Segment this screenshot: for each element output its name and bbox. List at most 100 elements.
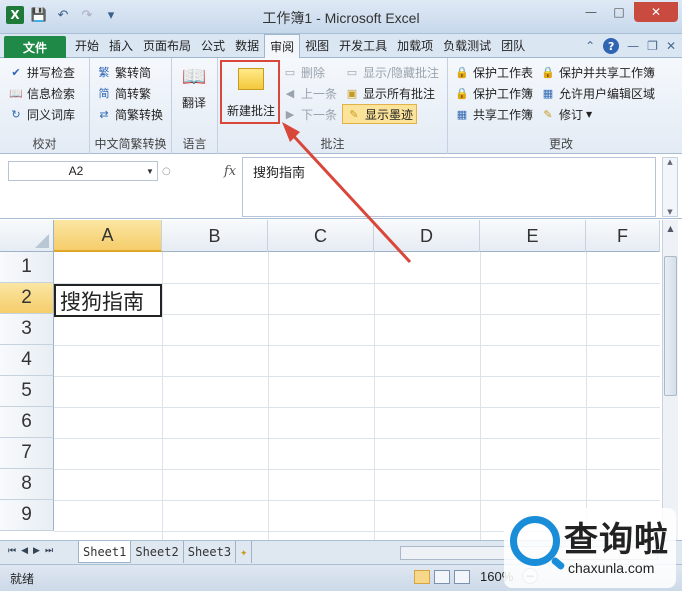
column-header-a[interactable]: A: [54, 220, 162, 252]
row-header-9[interactable]: 9: [0, 500, 54, 531]
tab-load-test[interactable]: 负载测试: [438, 34, 496, 58]
group-changes: 🔒 保护工作表 🔒 保护工作簿 ▦ 共享工作簿 🔒 保护并共享工作簿 ▦ 允许用…: [448, 58, 674, 154]
page-break-view-icon[interactable]: [454, 570, 470, 584]
tab-home[interactable]: 开始: [70, 34, 104, 58]
scroll-thumb[interactable]: [664, 256, 677, 396]
tab-formulas[interactable]: 公式: [196, 34, 230, 58]
tab-add-ins[interactable]: 加载项: [392, 34, 438, 58]
comments-icon: ▣: [346, 86, 358, 100]
protect-and-share-button[interactable]: 🔒 保护并共享工作簿: [540, 62, 655, 82]
share-workbook-button[interactable]: ▦ 共享工作簿: [454, 104, 533, 124]
conversion-button[interactable]: ⇄ 简繁转换: [96, 104, 163, 124]
protect-workbook-button[interactable]: 🔒 保护工作簿: [454, 83, 533, 103]
gridline: [162, 252, 163, 540]
research-button[interactable]: 📖 信息检索: [8, 83, 75, 103]
formula-bar-scroll[interactable]: ▲ ▼: [662, 157, 678, 217]
trad-to-simp-button[interactable]: 繁 繁转简: [96, 62, 152, 82]
formula-bar: A2 ▼ ○ fx 搜狗指南 ▲ ▼: [0, 155, 682, 219]
allow-edit-ranges-button[interactable]: ▦ 允许用户编辑区域: [540, 83, 655, 103]
vertical-scrollbar[interactable]: ▲: [662, 220, 678, 540]
sheet-tabs: Sheet1 Sheet2 Sheet3 ✦: [78, 541, 253, 563]
gridline: [54, 438, 660, 439]
gridline: [54, 469, 660, 470]
track-changes-icon: ✎: [543, 107, 553, 121]
column-header-e[interactable]: E: [480, 220, 586, 252]
name-box[interactable]: A2 ▼: [8, 161, 158, 181]
tab-developer[interactable]: 开发工具: [334, 34, 392, 58]
status-mode: 就绪: [10, 572, 35, 586]
tab-team[interactable]: 团队: [496, 34, 530, 58]
previous-comment-button[interactable]: ◀ 上一条: [282, 83, 337, 103]
column-header-c[interactable]: C: [268, 220, 374, 252]
sheet-tab-1[interactable]: Sheet1: [78, 541, 132, 563]
select-all-button[interactable]: [0, 220, 54, 252]
insert-function-button[interactable]: fx: [224, 164, 236, 179]
next-sheet-icon[interactable]: ▶: [33, 546, 40, 556]
tab-view[interactable]: 视图: [300, 34, 334, 58]
last-sheet-icon[interactable]: ⏭: [45, 546, 53, 556]
tab-review[interactable]: 审阅: [264, 34, 301, 59]
row-header-6[interactable]: 6: [0, 407, 54, 438]
show-all-comments-button[interactable]: ▣ 显示所有批注: [344, 83, 435, 103]
column-header-d[interactable]: D: [374, 220, 480, 252]
group-label-language: 语言: [182, 137, 207, 151]
thesaurus-button[interactable]: ↻ 同义词库: [8, 104, 75, 124]
page-layout-view-icon[interactable]: [434, 570, 450, 584]
column-header-f[interactable]: F: [586, 220, 660, 252]
close-icon[interactable]: ✕: [634, 2, 678, 22]
name-box-dropdown-icon[interactable]: ▼: [143, 167, 157, 176]
row-header-7[interactable]: 7: [0, 438, 54, 469]
doc-restore-icon[interactable]: ❐: [647, 39, 658, 53]
ribbon-tab-bar: 文件 开始 插入 页面布局 公式 数据 审阅 视图 开发工具 加载项 负载测试 …: [0, 34, 682, 59]
view-buttons: [414, 570, 470, 584]
normal-view-icon[interactable]: [414, 570, 430, 584]
row-header-3[interactable]: 3: [0, 314, 54, 345]
maximize-icon[interactable]: □: [606, 2, 632, 22]
next-comment-button[interactable]: ▶ 下一条: [282, 104, 337, 124]
cell-a2[interactable]: 搜狗指南: [54, 284, 162, 317]
tab-insert[interactable]: 插入: [104, 34, 138, 58]
tab-data[interactable]: 数据: [230, 34, 264, 58]
gridline: [374, 252, 375, 540]
group-label-chinese: 中文简繁转换: [94, 137, 167, 151]
column-header-b[interactable]: B: [162, 220, 268, 252]
sheet-tab-2[interactable]: Sheet2: [131, 541, 184, 563]
doc-minimize-icon[interactable]: —: [627, 39, 639, 53]
show-hide-comment-button[interactable]: ▭ 显示/隐藏批注: [344, 62, 439, 82]
formula-input[interactable]: 搜狗指南: [242, 157, 656, 217]
track-changes-button[interactable]: ✎ 修订 ▼: [540, 104, 592, 124]
scroll-down-icon[interactable]: ▼: [667, 208, 672, 216]
spell-check-button[interactable]: ✔ 拼写检查: [8, 62, 75, 82]
show-ink-button[interactable]: ✎ 显示墨迹: [342, 104, 418, 124]
book-search-icon: 📖: [9, 86, 23, 100]
tab-file[interactable]: 文件: [4, 36, 66, 58]
collapse-ribbon-icon[interactable]: ⌃: [585, 39, 595, 53]
ink-icon: ✎: [349, 107, 359, 121]
insert-sheet-icon[interactable]: ✦: [236, 541, 253, 563]
row-header-1[interactable]: 1: [0, 252, 54, 283]
row-header-8[interactable]: 8: [0, 469, 54, 500]
row-header-2[interactable]: 2: [0, 283, 54, 314]
help-icon[interactable]: ?: [603, 38, 620, 54]
row-header-5[interactable]: 5: [0, 376, 54, 407]
scroll-up-icon[interactable]: ▲: [667, 158, 672, 166]
sheet-tab-3[interactable]: Sheet3: [184, 541, 237, 563]
gridline: [54, 407, 660, 408]
minimize-icon[interactable]: —: [578, 2, 604, 22]
delete-comment-button[interactable]: ▭ 删除: [282, 62, 325, 82]
row-header-4[interactable]: 4: [0, 345, 54, 376]
group-chinese-conversion: 繁 繁转简 简 简转繁 ⇄ 简繁转换 中文简繁转换: [90, 58, 172, 154]
simp-to-trad-button[interactable]: 简 简转繁: [96, 83, 152, 103]
translate-button[interactable]: 📖 翻译: [180, 62, 208, 111]
protect-sheet-button[interactable]: 🔒 保护工作表: [454, 62, 533, 82]
prev-sheet-icon[interactable]: ◀: [21, 546, 28, 556]
scroll-up-icon[interactable]: ▲: [663, 224, 678, 233]
first-sheet-icon[interactable]: ⏮: [8, 546, 16, 556]
watermark: 查询啦 chaxunla.com: [504, 508, 676, 588]
expand-icon[interactable]: ○: [162, 166, 171, 177]
tab-page-layout[interactable]: 页面布局: [138, 34, 196, 58]
watermark-url: chaxunla.com: [568, 560, 655, 576]
doc-close-icon[interactable]: ✕: [666, 39, 676, 53]
abc-check-icon: ✔: [11, 65, 21, 79]
chevron-down-icon: ▼: [586, 109, 593, 119]
